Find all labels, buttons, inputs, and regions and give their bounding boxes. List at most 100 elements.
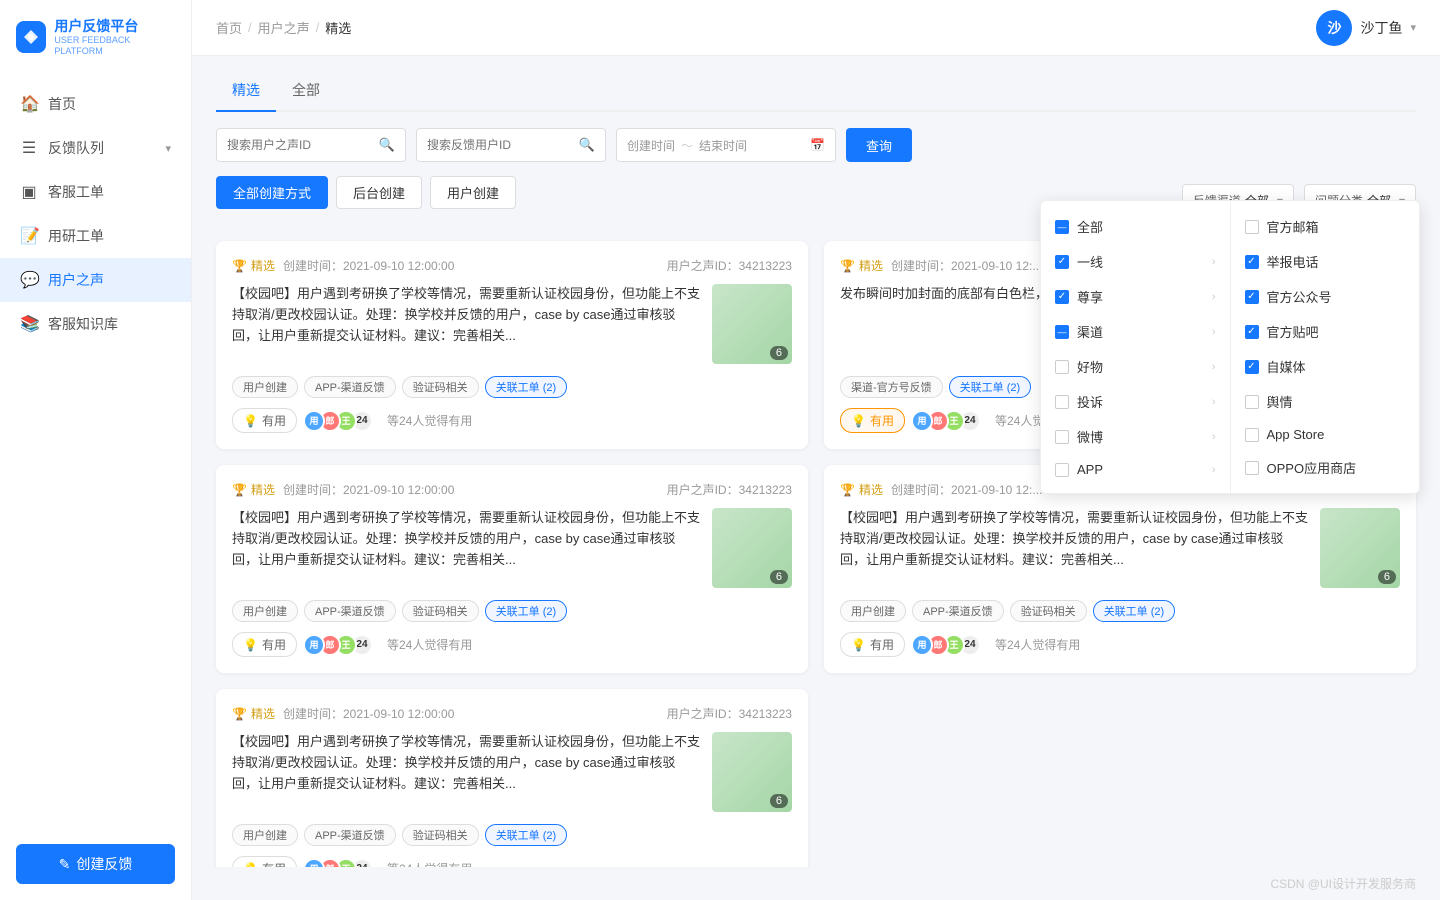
avatar: 用 <box>303 858 325 868</box>
useful-button[interactable]: 💡 有用 <box>840 632 905 657</box>
username: 沙丁鱼 <box>1360 18 1402 38</box>
checkbox-oppo-store <box>1245 461 1259 475</box>
tag-related-workorder[interactable]: 关联工单 (2) <box>485 376 568 398</box>
dropdown-item-yuqing[interactable]: 舆情 <box>1231 384 1420 419</box>
sidebar-nav: 🏠 首页 ☰ 反馈队列 ▾ ▣ 客服工单 📝 用研工单 💬 用户之声 📚 客服知… <box>0 74 191 828</box>
card-header: 精选 创建时间：2021-09-10 12:00:00 用户之声ID：34213… <box>232 705 792 722</box>
card-created-time: 创建时间：2021-09-10 12:00:00 <box>283 705 454 722</box>
ux-workorder-icon: 📝 <box>20 226 38 246</box>
tag-channel: 渠道-官方号反馈 <box>840 376 943 398</box>
dropdown-item-official-tieba[interactable]: 官方贴吧 <box>1231 314 1420 349</box>
dropdown-col-2: 官方邮箱 举报电话 官方公众号 官方贴吧 自媒体 舆情 App Store O <box>1230 201 1420 493</box>
sidebar-item-home[interactable]: 🏠 首页 <box>0 82 191 126</box>
voice-id-input[interactable] <box>227 138 373 152</box>
breadcrumb-voice[interactable]: 用户之声 <box>258 18 310 37</box>
tab-featured[interactable]: 精选 <box>216 72 276 112</box>
checkbox-zunxiang <box>1055 290 1069 304</box>
avatar: 用 <box>303 410 325 432</box>
card-text: 【校园吧】用户遇到考研换了学校等情况，需要重新认证校园身份，但功能上不支持取消/… <box>232 732 700 812</box>
filter-bar: 🔍 🔍 创建时间 ～ 结束时间 📅 查询 <box>216 128 1416 162</box>
breadcrumb-current: 精选 <box>325 18 351 37</box>
voters-avatars: 用 郎 王 24 <box>917 410 981 432</box>
user-id-search[interactable]: 🔍 <box>416 128 606 162</box>
date-range-picker[interactable]: 创建时间 ～ 结束时间 📅 <box>616 128 836 162</box>
dropdown-item-app[interactable]: APP › <box>1041 454 1230 485</box>
checkbox-tousu <box>1055 395 1069 409</box>
voters-avatars: 用 郎 王 24 <box>309 634 373 656</box>
sidebar-item-label: 首页 <box>48 94 76 114</box>
query-button[interactable]: 查询 <box>846 128 912 162</box>
card-badge-group: 精选 创建时间：2021-09-10 12:... <box>840 257 1042 274</box>
bulb-icon: 💡 <box>243 638 258 652</box>
card-badge-group: 精选 创建时间：2021-09-10 12:00:00 <box>232 705 454 722</box>
sidebar-item-ux-workorder[interactable]: 📝 用研工单 <box>0 214 191 258</box>
mode-all-button[interactable]: 全部创建方式 <box>216 176 328 209</box>
tag-related-workorder[interactable]: 关联工单 (2) <box>1093 600 1176 622</box>
card-thumbnail: 6 <box>712 284 792 364</box>
knowledge-base-icon: 📚 <box>20 314 38 334</box>
user-id-input[interactable] <box>427 138 573 152</box>
bulb-icon: 💡 <box>851 414 866 428</box>
avatar: 沙 <box>1316 10 1352 46</box>
dropdown-item-tousu[interactable]: 投诉 › <box>1041 384 1230 419</box>
dropdown-item-official-email[interactable]: 官方邮箱 <box>1231 209 1420 244</box>
sidebar-item-knowledge-base[interactable]: 📚 客服知识库 <box>0 302 191 346</box>
voice-id-search[interactable]: 🔍 <box>216 128 406 162</box>
mode-backend-button[interactable]: 后台创建 <box>336 176 422 209</box>
table-row: 精选 创建时间：2021-09-10 12:00:00 用户之声ID：34213… <box>216 689 808 867</box>
dropdown-item-all[interactable]: 全部 <box>1041 209 1230 244</box>
thumb-count-badge: 6 <box>1378 570 1396 584</box>
featured-badge: 精选 <box>232 705 275 722</box>
tag-related-workorder[interactable]: 关联工单 (2) <box>949 376 1032 398</box>
useful-button[interactable]: 💡 有用 <box>232 856 297 867</box>
vote-text: 等24人觉得有用 <box>387 636 472 653</box>
card-voice-id: 用户之声ID：34213223 <box>667 705 792 722</box>
dropdown-item-haowu[interactable]: 好物 › <box>1041 349 1230 384</box>
logo-cn: 用户反馈平台 <box>54 18 175 35</box>
tag-user-created: 用户创建 <box>232 824 298 846</box>
dropdown-item-official-wechat[interactable]: 官方公众号 <box>1231 279 1420 314</box>
chevron-right-icon: › <box>1212 361 1216 373</box>
tag-verify-code: 验证码相关 <box>402 824 479 846</box>
tag-user-created: 用户创建 <box>232 376 298 398</box>
create-icon: ✎ <box>59 856 71 873</box>
card-badge-group: 精选 创建时间：2021-09-10 12:00:00 <box>232 257 454 274</box>
mode-user-button[interactable]: 用户创建 <box>430 176 516 209</box>
dropdown-item-yixian[interactable]: 一线 › <box>1041 244 1230 279</box>
tab-all[interactable]: 全部 <box>276 72 336 112</box>
tag-related-workorder[interactable]: 关联工单 (2) <box>485 600 568 622</box>
chevron-down-icon: ▾ <box>165 142 171 155</box>
checkbox-self-media <box>1245 360 1259 374</box>
table-row: 精选 创建时间：2021-09-10 12:00:00 用户之声ID：34213… <box>216 465 808 673</box>
dropdown-item-qudao[interactable]: 渠道 › <box>1041 314 1230 349</box>
create-feedback-button[interactable]: ✎ 创建反馈 <box>16 844 175 884</box>
card-body: 【校园吧】用户遇到考研换了学校等情况，需要重新认证校园身份，但功能上不支持取消/… <box>232 732 792 812</box>
useful-button[interactable]: 💡 有用 <box>232 408 297 433</box>
thumb-count-badge: 6 <box>770 794 788 808</box>
useful-button[interactable]: 💡 有用 <box>232 632 297 657</box>
dropdown-item-zunxiang[interactable]: 尊享 › <box>1041 279 1230 314</box>
chevron-right-icon: › <box>1212 396 1216 408</box>
dropdown-item-app-store[interactable]: App Store <box>1231 419 1420 450</box>
tag-app-channel: APP-渠道反馈 <box>304 376 396 398</box>
user-info[interactable]: 沙 沙丁鱼 ▾ <box>1316 10 1416 46</box>
tag-related-workorder[interactable]: 关联工单 (2) <box>485 824 568 846</box>
card-voice-id: 用户之声ID：34213223 <box>667 257 792 274</box>
sidebar-item-customer-workorder[interactable]: ▣ 客服工单 <box>0 170 191 214</box>
header: 首页 / 用户之声 / 精选 沙 沙丁鱼 ▾ <box>192 0 1440 56</box>
dropdown-item-self-media[interactable]: 自媒体 <box>1231 349 1420 384</box>
breadcrumb-home[interactable]: 首页 <box>216 18 242 37</box>
card-badge-group: 精选 创建时间：2021-09-10 12:... <box>840 481 1042 498</box>
card-tags: 用户创建 APP-渠道反馈 验证码相关 关联工单 (2) <box>840 600 1400 622</box>
card-tags: 用户创建 APP-渠道反馈 验证码相关 关联工单 (2) <box>232 824 792 846</box>
sidebar-item-user-voice[interactable]: 💬 用户之声 <box>0 258 191 302</box>
card-text: 【校园吧】用户遇到考研换了学校等情况，需要重新认证校园身份，但功能上不支持取消/… <box>232 284 700 364</box>
sidebar-item-feedback-queue[interactable]: ☰ 反馈队列 ▾ <box>0 126 191 170</box>
card-footer: 💡 有用 用 郎 王 24 等24人觉得有用 <box>840 632 1400 657</box>
useful-button[interactable]: 💡 有用 <box>840 408 905 433</box>
card-text: 【校园吧】用户遇到考研换了学校等情况，需要重新认证校园身份，但功能上不支持取消/… <box>840 508 1308 588</box>
card5-container: 精选 创建时间：2021-09-10 12:00:00 用户之声ID：34213… <box>216 689 1416 867</box>
dropdown-item-weibo[interactable]: 微博 › <box>1041 419 1230 454</box>
dropdown-item-oppo-store[interactable]: OPPO应用商店 <box>1231 450 1420 485</box>
dropdown-item-report-phone[interactable]: 举报电话 <box>1231 244 1420 279</box>
